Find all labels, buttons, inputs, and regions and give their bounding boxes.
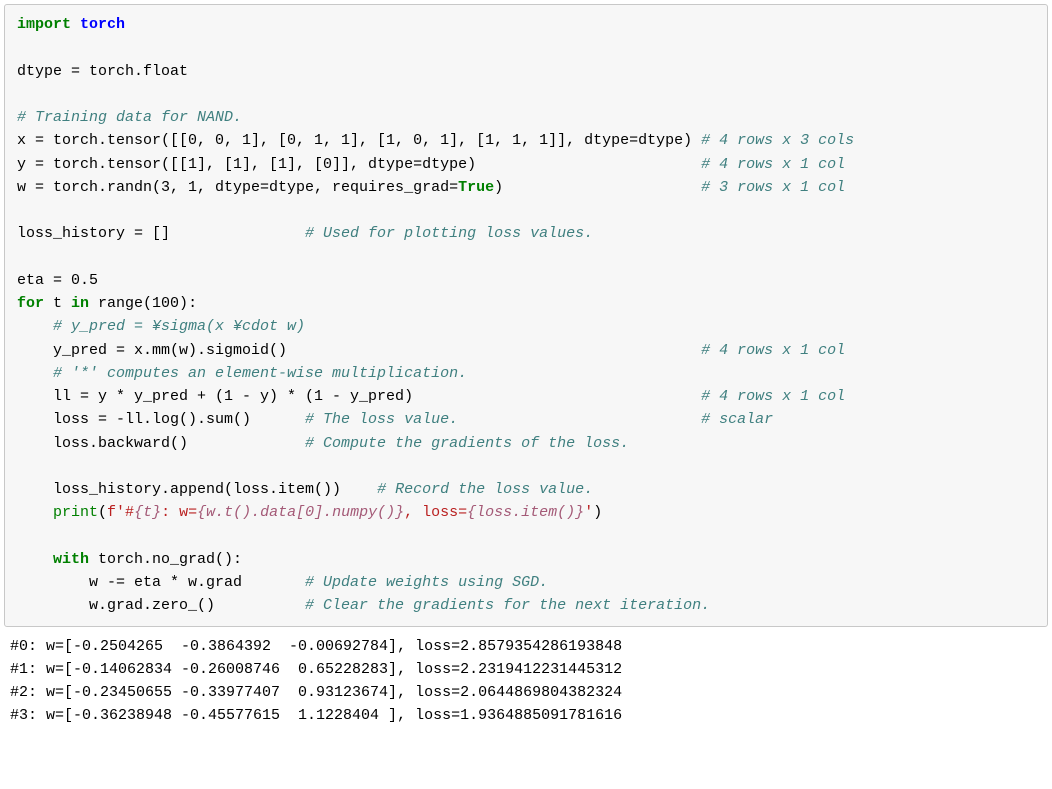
code-line: w = torch.randn(3, 1, dtype=dtype, requi… (17, 179, 458, 196)
comment: # Training data for NAND. (17, 109, 242, 126)
keyword-with: with (53, 551, 89, 568)
code-line: loss = -ll.log().sum() (17, 411, 305, 428)
fstring: f'# (107, 504, 134, 521)
comment: # 3 rows x 1 col (701, 179, 845, 196)
code-line: x = torch.tensor([[0, 0, 1], [0, 1, 1], … (17, 132, 701, 149)
fstring: ' (584, 504, 593, 521)
paren: ( (98, 504, 107, 521)
comment: # 4 rows x 1 col (701, 342, 845, 359)
code-indent (17, 504, 53, 521)
comment: # scalar (701, 411, 773, 428)
output-line: #2: w=[-0.23450655 -0.33977407 0.9312367… (10, 684, 622, 701)
comment: # Update weights using SGD. (305, 574, 548, 591)
code-line: range(100): (89, 295, 197, 312)
code-line: w -= eta * w.grad (17, 574, 305, 591)
comment: # The loss value. (305, 411, 458, 428)
keyword-in: in (71, 295, 89, 312)
paren: ) (593, 504, 602, 521)
keyword-import: import (17, 16, 71, 33)
code-line: t (44, 295, 71, 312)
code-line: torch.no_grad(): (89, 551, 242, 568)
code-line: loss.backward() (17, 435, 305, 452)
comment: # '*' computes an element-wise multiplic… (17, 365, 467, 382)
fstring-expr: {t} (134, 504, 161, 521)
comment: # y_pred = ¥sigma(x ¥cdot w) (17, 318, 305, 335)
code-indent (17, 551, 53, 568)
comment: # 4 rows x 3 cols (701, 132, 854, 149)
fstring-expr: {w.t().data[0].numpy()} (197, 504, 404, 521)
code-line: w.grad.zero_() (17, 597, 305, 614)
output-line: #1: w=[-0.14062834 -0.26008746 0.6522828… (10, 661, 622, 678)
output-line: #0: w=[-0.2504265 -0.3864392 -0.00692784… (10, 638, 622, 655)
code-line: y_pred = x.mm(w).sigmoid() (17, 342, 701, 359)
output-block: #0: w=[-0.2504265 -0.3864392 -0.00692784… (4, 633, 1048, 730)
comment: # 4 rows x 1 col (701, 156, 845, 173)
output-line: #3: w=[-0.36238948 -0.45577615 1.1228404… (10, 707, 622, 724)
keyword-for: for (17, 295, 44, 312)
builtin-print: print (53, 504, 98, 521)
module-torch: torch (80, 16, 125, 33)
code-line: eta = 0.5 (17, 272, 98, 289)
code-line: dtype = torch.float (17, 63, 188, 80)
comment: # 4 rows x 1 col (701, 388, 845, 405)
fstring-expr: {loss.item()} (467, 504, 584, 521)
code-line: loss_history = [] (17, 225, 305, 242)
code-line: ll = y * y_pred + (1 - y) * (1 - y_pred) (17, 388, 701, 405)
fstring: : w= (161, 504, 197, 521)
comment: # Used for plotting loss values. (305, 225, 593, 242)
code-cell: import torch dtype = torch.float # Train… (4, 4, 1048, 627)
comment: # Compute the gradients of the loss. (305, 435, 629, 452)
code-line (458, 411, 701, 428)
code-line: ) (494, 179, 701, 196)
comment: # Clear the gradients for the next itera… (305, 597, 710, 614)
literal-true: True (458, 179, 494, 196)
code-line: loss_history.append(loss.item()) (17, 481, 377, 498)
code-line: y = torch.tensor([[1], [1], [1], [0]], d… (17, 156, 701, 173)
comment: # Record the loss value. (377, 481, 593, 498)
fstring: , loss= (404, 504, 467, 521)
